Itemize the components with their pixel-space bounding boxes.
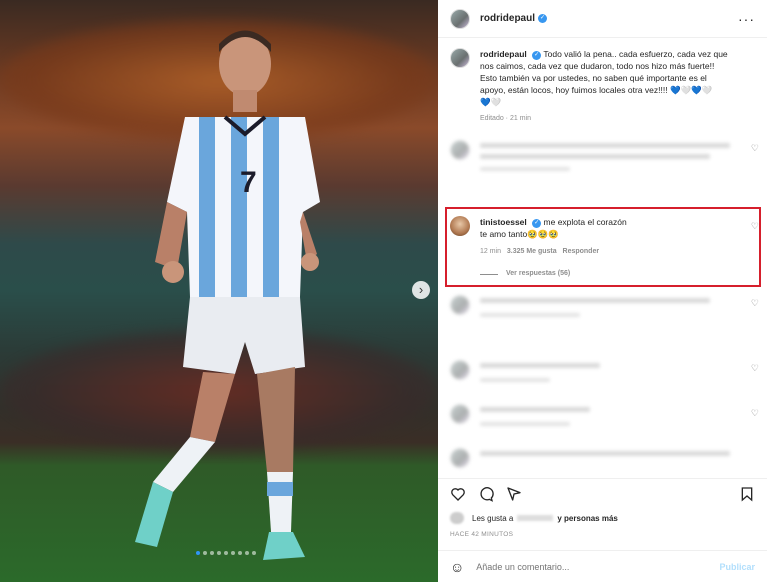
comment-input[interactable] <box>476 561 720 572</box>
view-replies-button[interactable]: Ver respuestas (56) <box>506 268 570 280</box>
comment-tinistoessel: tinistoessel ✓ me explota el corazón te … <box>438 216 767 280</box>
likes-summary: Les gusta a y personas más <box>450 512 618 524</box>
comment-composer: ☺ Publicar <box>438 550 767 582</box>
heart-icon[interactable] <box>450 486 466 502</box>
comment-time: 12 min <box>480 248 502 255</box>
caption-hearts-1: 💙🤍💙🤍 <box>669 85 713 95</box>
author-avatar[interactable] <box>450 8 470 29</box>
comment-like-icon[interactable]: ♡ <box>751 221 759 232</box>
liker-avatars <box>450 512 464 524</box>
caption-line-3: Esto también va por ustedes, no saben qu… <box>480 73 707 83</box>
post-caption: rodridepaul ✓ Todo valió la pena.. cada … <box>438 38 767 125</box>
caption-line-2: nos caimos, cada vez que dudaron, todo n… <box>480 61 715 71</box>
replies-line <box>480 273 498 275</box>
commenter-avatar[interactable] <box>450 216 470 236</box>
bookmark-icon[interactable] <box>739 486 755 502</box>
post-header: rodridepaul ✓ ··· <box>438 0 767 38</box>
comment-blurred <box>438 295 767 317</box>
caption-line-1: Todo valió la pena.. cada esfuerzo, cada… <box>543 49 728 59</box>
post-photo[interactable]: 7 › <box>0 0 438 582</box>
post-timestamp: HACE 42 MINUTOS <box>450 531 514 538</box>
next-photo-button[interactable]: › <box>412 281 430 299</box>
comment-icon[interactable] <box>478 486 494 502</box>
comment-like-icon[interactable]: ♡ <box>751 143 759 154</box>
caption-hearts-2: 💙🤍 <box>480 97 502 107</box>
likes-prefix: Les gusta a <box>472 513 514 523</box>
post-sidebar: rodridepaul ✓ ··· rodridepaul ✓ Todo val… <box>438 0 767 582</box>
share-icon[interactable] <box>506 486 522 502</box>
carousel-dots <box>196 551 256 555</box>
caption-meta: Editado · 21 min <box>480 115 531 122</box>
comment-like-icon[interactable]: ♡ <box>751 408 759 419</box>
author-username[interactable]: rodridepaul <box>480 13 535 24</box>
likes-suffix[interactable]: y personas más <box>557 514 617 523</box>
verified-icon: ✓ <box>532 219 542 228</box>
comment-blurred <box>438 140 767 171</box>
svg-text:7: 7 <box>240 166 257 199</box>
comment-text-line-2: te amo tanto🥹🥹🥹 <box>480 229 560 239</box>
caption-line-4: apoyo, están locos, hoy fuimos locales o… <box>480 85 668 95</box>
verified-icon: ✓ <box>538 14 548 23</box>
more-options-icon[interactable]: ··· <box>738 11 755 27</box>
comment-blurred <box>438 404 767 426</box>
comment-like-icon[interactable]: ♡ <box>751 363 759 374</box>
caption-username[interactable]: rodridepaul <box>480 49 527 59</box>
player-figure: 7 <box>135 30 320 560</box>
comment-text-line-1: me explota el corazón <box>543 217 627 227</box>
caption-avatar[interactable] <box>450 48 470 68</box>
commenter-username[interactable]: tinistoessel <box>480 217 527 227</box>
liker-name-blurred <box>517 515 554 521</box>
comment-likes[interactable]: 3.325 Me gusta <box>507 248 557 255</box>
comment-blurred <box>438 448 767 468</box>
emoji-icon[interactable]: ☺ <box>450 559 464 575</box>
verified-icon: ✓ <box>532 51 542 60</box>
post-actions <box>438 478 767 502</box>
comment-blurred <box>438 360 767 382</box>
publish-button[interactable]: Publicar <box>719 562 755 572</box>
comment-like-icon[interactable]: ♡ <box>751 298 759 309</box>
reply-button[interactable]: Responder <box>563 248 600 255</box>
